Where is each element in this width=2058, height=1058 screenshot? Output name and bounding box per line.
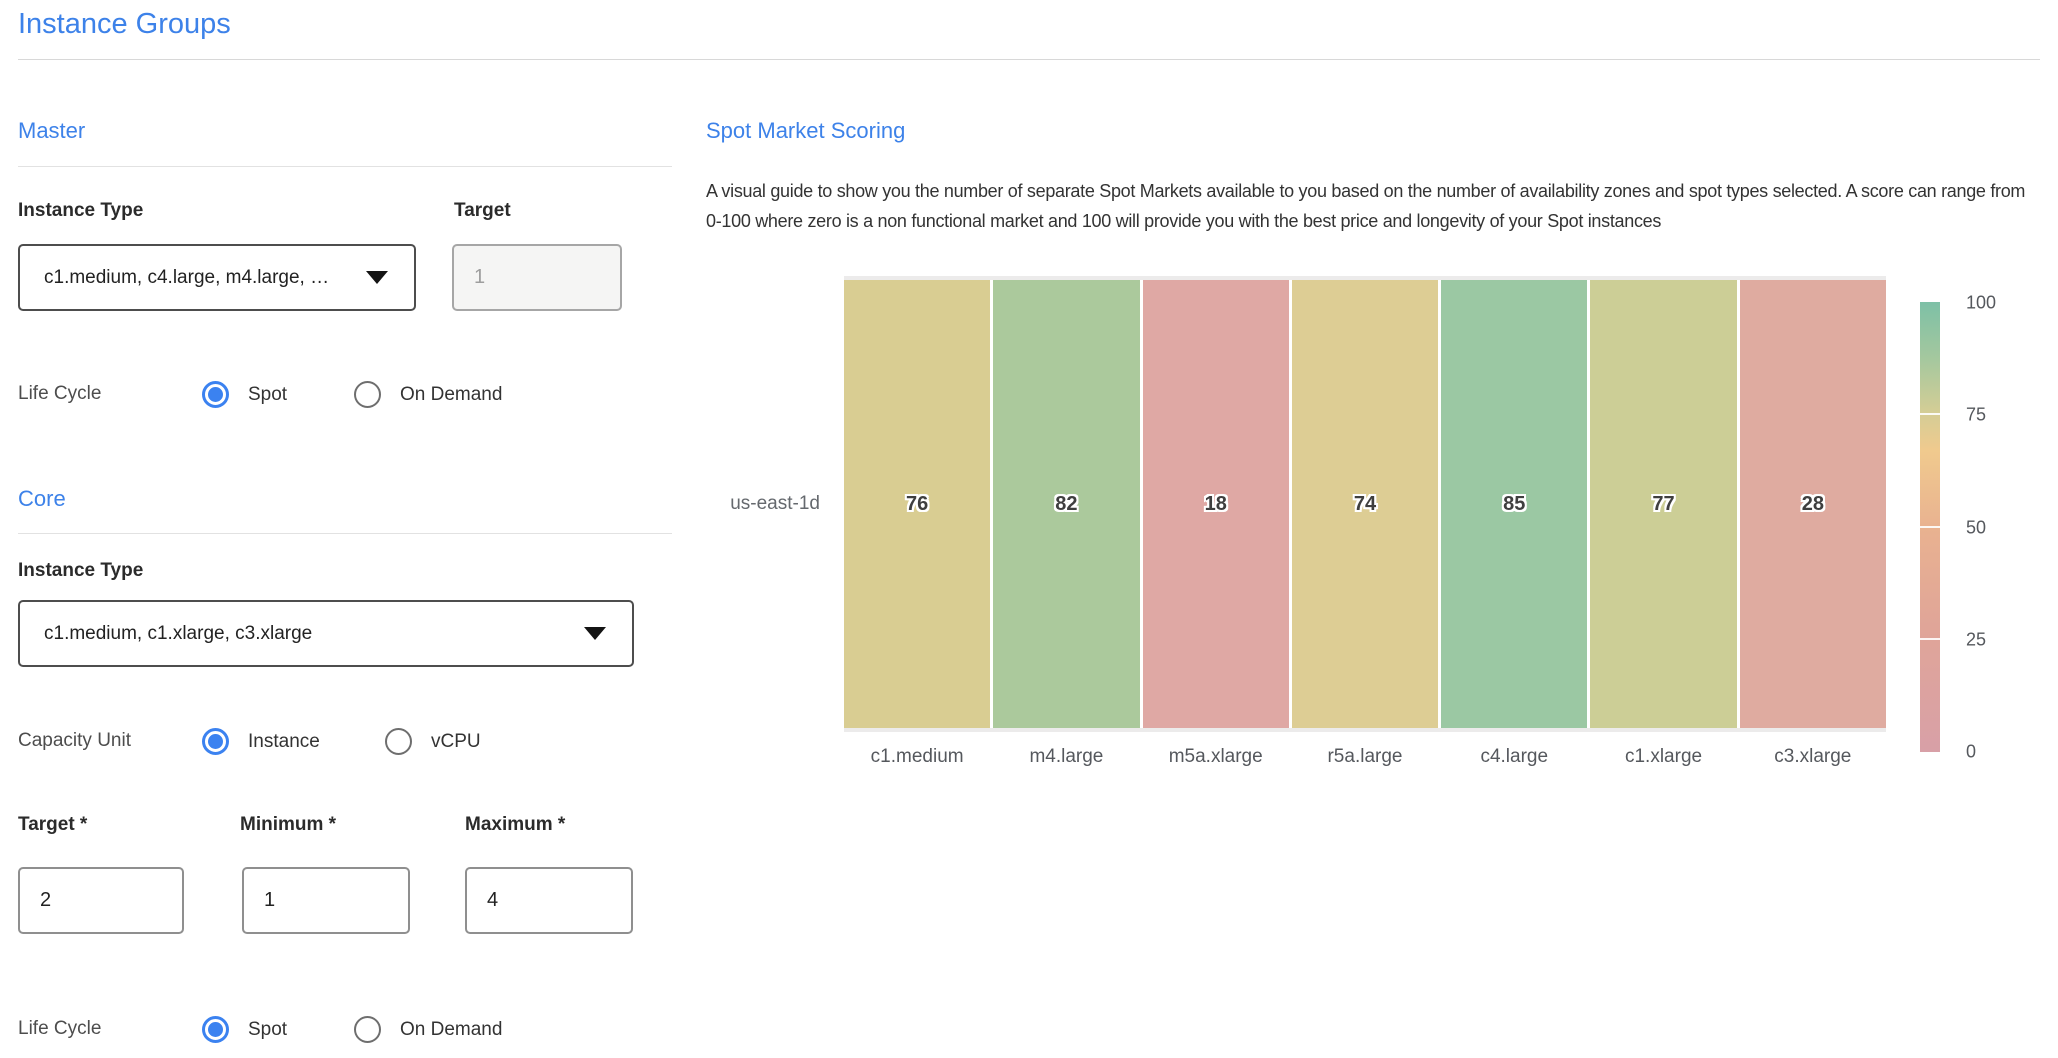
master-section-heading: Master — [18, 118, 85, 144]
heatmap-cell-value: 77 — [1652, 493, 1674, 516]
master-target-input — [452, 244, 622, 311]
heatmap-cell-value: 18 — [1205, 493, 1227, 516]
heatmap-cell-value: 85 — [1503, 493, 1525, 516]
master-life-cycle-option-on-demand[interactable]: On Demand — [400, 384, 502, 406]
core-instance-type-label: Instance Type — [18, 560, 143, 582]
master-instance-type-value: c1.medium, c4.large, m4.large, … — [44, 267, 354, 289]
core-maximum-label: Maximum * — [465, 814, 565, 836]
heatmap-cell-value: 82 — [1055, 493, 1077, 516]
core-capacity-unit-radio-vcpu[interactable] — [385, 728, 412, 755]
heatmap-col-label: c1.xlarge — [1590, 746, 1736, 768]
heatmap-col-label: m5a.xlarge — [1143, 746, 1289, 768]
heatmap-col-labels: c1.mediumm4.largem5a.xlarger5a.largec4.l… — [844, 746, 1886, 768]
divider — [18, 166, 672, 167]
core-life-cycle-option-on-demand[interactable]: On Demand — [400, 1019, 502, 1041]
heatmap: 76 82 18 74 85 77 28 — [844, 276, 1886, 732]
heatmap-cell-value: 76 — [906, 493, 928, 516]
core-instance-type-dropdown[interactable]: c1.medium, c1.xlarge, c3.xlarge — [18, 600, 634, 667]
heatmap-cell-value: 74 — [1354, 493, 1376, 516]
colorbar-tick-label: 50 — [1966, 518, 1986, 539]
heatmap-cell[interactable]: 77 — [1590, 280, 1736, 728]
colorbar-tick-label: 0 — [1966, 742, 1976, 763]
core-life-cycle-radio-on-demand[interactable] — [354, 1016, 381, 1043]
core-minimum-input[interactable] — [242, 867, 410, 934]
heatmap-cells: 76 82 18 74 85 77 28 — [844, 280, 1886, 728]
core-section-heading: Core — [18, 486, 66, 512]
master-life-cycle-label: Life Cycle — [18, 383, 101, 405]
colorbar-tick-label: 100 — [1966, 293, 1996, 314]
heatmap-col-label: c4.large — [1441, 746, 1587, 768]
master-life-cycle-option-spot[interactable]: Spot — [248, 384, 287, 406]
heatmap-cell[interactable]: 18 — [1143, 280, 1289, 728]
core-capacity-unit-option-vcpu[interactable]: vCPU — [431, 731, 481, 753]
core-capacity-unit-radio-instance[interactable] — [202, 728, 229, 755]
heatmap-cell[interactable]: 28 — [1740, 280, 1886, 728]
core-maximum-input[interactable] — [465, 867, 633, 934]
heatmap-cell-value: 28 — [1802, 493, 1824, 516]
colorbar-tick-label: 75 — [1966, 405, 1986, 426]
heatmap-col-label: m4.large — [993, 746, 1139, 768]
caret-down-icon — [584, 627, 606, 640]
heatmap-frame-bottom — [844, 728, 1886, 732]
heatmap-cell[interactable]: 74 — [1292, 280, 1438, 728]
divider — [18, 533, 672, 534]
heatmap-cell[interactable]: 82 — [993, 280, 1139, 728]
instance-groups-page: Instance Groups Master Instance Type c1.… — [0, 0, 2058, 1058]
heatmap-cell[interactable]: 76 — [844, 280, 990, 728]
heatmap-row-label: us-east-1d — [660, 276, 820, 732]
core-target-input[interactable] — [18, 867, 184, 934]
core-life-cycle-radio-spot[interactable] — [202, 1016, 229, 1043]
master-life-cycle-radio-spot[interactable] — [202, 381, 229, 408]
colorbar-separator — [1920, 638, 1940, 640]
core-capacity-unit-option-instance[interactable]: Instance — [248, 731, 320, 753]
page-title: Instance Groups — [18, 8, 231, 41]
colorbar-separator — [1920, 413, 1940, 415]
core-target-label: Target * — [18, 814, 87, 836]
core-minimum-label: Minimum * — [240, 814, 336, 836]
master-instance-type-label: Instance Type — [18, 200, 143, 222]
spot-market-scoring-heading: Spot Market Scoring — [706, 118, 905, 144]
spot-market-scoring-description: A visual guide to show you the number of… — [706, 176, 2042, 236]
core-capacity-unit-label: Capacity Unit — [18, 730, 131, 752]
caret-down-icon — [366, 271, 388, 284]
heatmap-col-label: c1.medium — [844, 746, 990, 768]
heatmap-col-label: c3.xlarge — [1740, 746, 1886, 768]
core-life-cycle-label: Life Cycle — [18, 1018, 101, 1040]
master-instance-type-dropdown[interactable]: c1.medium, c4.large, m4.large, … — [18, 244, 416, 311]
colorbar-tick-label: 25 — [1966, 630, 1986, 651]
master-life-cycle-radio-on-demand[interactable] — [354, 381, 381, 408]
heatmap-col-label: r5a.large — [1292, 746, 1438, 768]
core-life-cycle-option-spot[interactable]: Spot — [248, 1019, 287, 1041]
master-target-label: Target — [454, 200, 511, 222]
colorbar — [1920, 302, 1940, 752]
divider — [18, 59, 2040, 60]
core-instance-type-value: c1.medium, c1.xlarge, c3.xlarge — [44, 623, 572, 645]
heatmap-cell[interactable]: 85 — [1441, 280, 1587, 728]
colorbar-separator — [1920, 526, 1940, 528]
